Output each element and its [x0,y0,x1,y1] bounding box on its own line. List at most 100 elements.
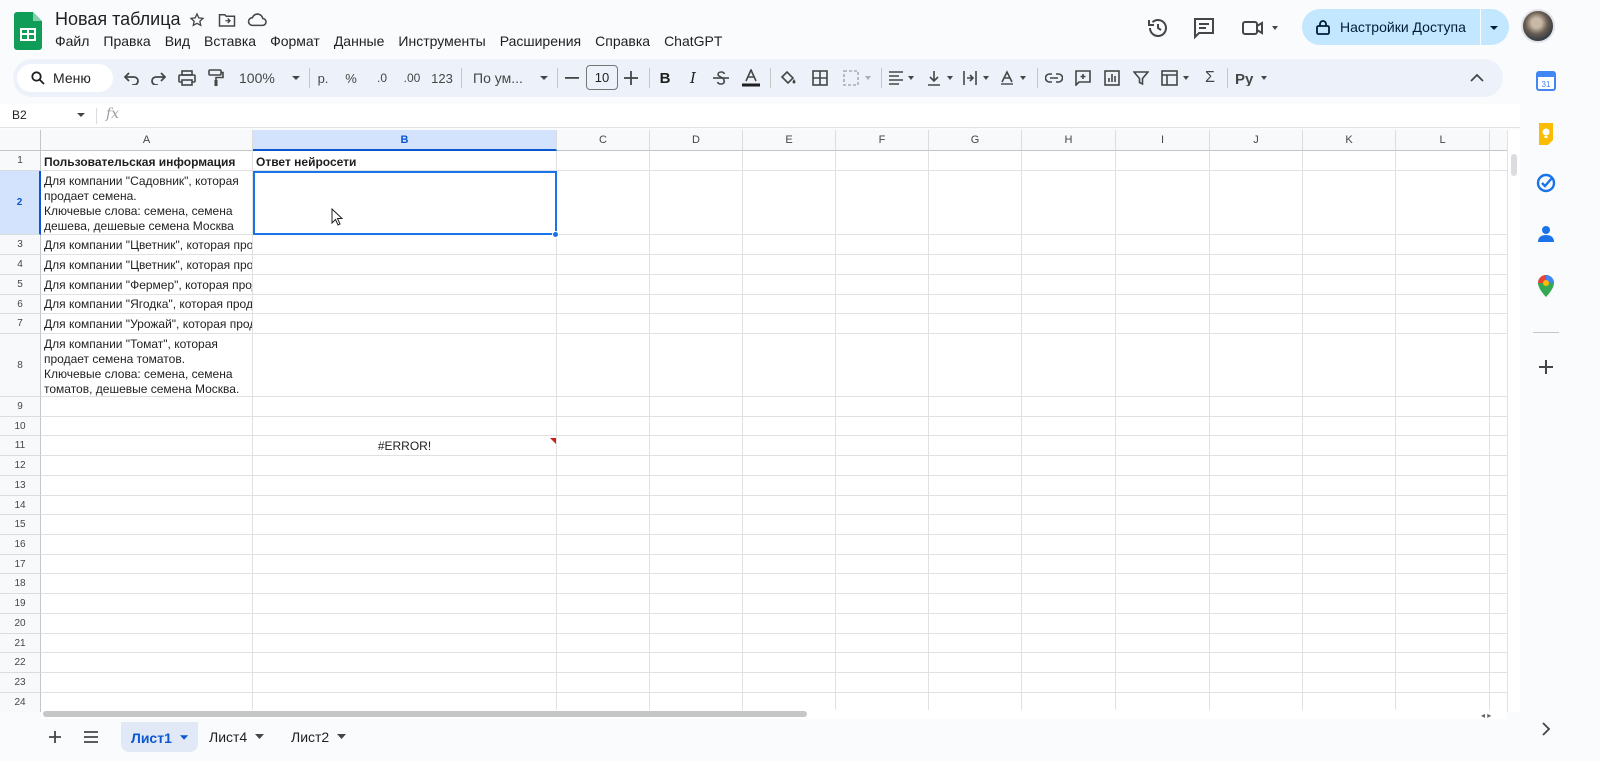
menu-data[interactable]: Данные [327,33,392,49]
row-header[interactable]: 21 [0,634,41,653]
share-button[interactable]: Настройки Доступа [1302,9,1509,45]
decrease-font-size-icon[interactable] [562,59,582,97]
sheet-tab-1[interactable]: Лист1 [121,722,198,752]
scroll-arrows[interactable]: ◂ ▸ [1481,711,1491,720]
zoom-select[interactable]: 100% [235,59,301,97]
increase-font-size-icon[interactable] [621,59,641,97]
horizontal-align-icon[interactable] [886,59,918,97]
add-addon-icon[interactable] [1535,356,1557,378]
more-formats-button[interactable]: 123 [429,59,455,97]
sheet-tab-dropdown-icon[interactable] [179,735,188,741]
cell-A4[interactable]: Для компании "Цветник", которая продает [41,256,252,274]
menu-format[interactable]: Формат [263,33,327,49]
vertical-align-icon[interactable] [925,59,957,97]
cell-B11-error[interactable]: #ERROR! [253,437,556,455]
text-rotation-icon[interactable] [998,59,1030,97]
row-header[interactable]: 4 [0,255,41,275]
column-header[interactable]: K [1303,130,1396,151]
font-size-input[interactable]: 10 [586,65,618,90]
all-sheets-icon[interactable] [82,729,100,745]
sheet-tab-dropdown-icon[interactable] [255,734,265,740]
row-header[interactable]: 14 [0,496,41,515]
vertical-scroll-thumb[interactable] [1511,154,1517,176]
cell-A2[interactable]: Для компании "Садовник", которая продает… [41,172,252,234]
menu-search-button[interactable]: Меню [17,64,113,92]
column-header[interactable]: H [1022,130,1116,151]
text-wrapping-icon[interactable] [961,59,993,97]
sheet-tab-2[interactable]: Лист2 [281,722,361,752]
font-family-select[interactable]: По ум... [469,59,549,97]
column-header[interactable]: D [650,130,743,151]
column-header[interactable]: E [743,130,836,151]
menu-help[interactable]: Справка [588,33,657,49]
cloud-saved-icon[interactable] [246,10,268,30]
fill-handle[interactable] [552,231,559,238]
sheet-tab-4[interactable]: Лист4 [199,722,279,752]
decrease-decimal-button[interactable]: .0 [370,59,394,97]
cell-A5[interactable]: Для компании "Фермер", которая продает [41,276,252,294]
filter-views-icon[interactable] [1158,59,1194,97]
insert-comment-icon[interactable] [1072,59,1094,97]
row-header[interactable]: 18 [0,574,41,594]
menu-edit[interactable]: Правка [96,33,157,49]
menu-view[interactable]: Вид [158,33,197,49]
row-header[interactable]: 17 [0,555,41,574]
row-header[interactable]: 7 [0,314,41,334]
borders-icon[interactable] [809,59,831,97]
move-folder-icon[interactable] [216,10,238,30]
error-indicator[interactable] [550,438,556,444]
text-color-icon[interactable] [740,59,762,97]
keep-notes-icon[interactable] [1535,123,1557,145]
cell-A3[interactable]: Для компании "Цветник", которая продает [41,236,252,254]
column-header[interactable]: C [557,130,650,151]
column-header[interactable]: A [41,130,253,151]
menu-chatgpt[interactable]: ChatGPT [657,33,729,49]
merge-cells-icon[interactable] [839,59,875,97]
filter-icon[interactable] [1130,59,1152,97]
row-header[interactable]: 23 [0,673,41,693]
horizontal-scroll-thumb[interactable] [43,711,807,717]
undo-icon[interactable] [121,59,143,97]
vertical-scrollbar[interactable] [1507,130,1520,712]
column-header[interactable]: J [1210,130,1303,151]
add-sheet-icon[interactable] [46,728,64,746]
avatar[interactable] [1521,9,1555,43]
bold-icon[interactable]: B [655,59,675,97]
row-header[interactable]: 10 [0,417,41,436]
row-header[interactable]: 19 [0,594,41,614]
name-box[interactable]: B2 [12,108,27,122]
input-tools-icon[interactable]: Рy [1233,59,1273,97]
insert-link-icon[interactable] [1043,59,1065,97]
sheets-logo-icon[interactable] [14,12,42,50]
sheet-tab-dropdown-icon[interactable] [337,734,347,740]
row-header[interactable]: 11 [0,436,41,456]
row-header[interactable]: 13 [0,476,41,496]
fill-color-icon[interactable] [777,59,799,97]
star-icon[interactable] [186,10,208,30]
cell-A1[interactable]: Пользовательская информация [41,153,252,170]
column-header[interactable]: B [253,130,557,151]
meet-call-icon[interactable] [1240,9,1280,47]
paint-format-icon[interactable] [205,59,227,97]
strikethrough-icon[interactable] [711,59,731,97]
cell-A6[interactable]: Для компании "Ягодка", которая продает [41,295,252,313]
row-header[interactable]: 24 [0,693,41,712]
cell-B1[interactable]: Ответ нейросети [253,153,556,170]
select-all-corner[interactable] [0,130,41,151]
comments-icon[interactable] [1192,9,1216,47]
version-history-icon[interactable] [1146,9,1170,47]
horizontal-scrollbar[interactable] [41,710,1507,719]
column-header[interactable]: G [929,130,1022,151]
cell-A7[interactable]: Для компании "Урожай", которая продает [41,315,252,333]
row-header[interactable]: 20 [0,614,41,634]
menu-tools[interactable]: Инструменты [391,33,492,49]
row-header[interactable]: 15 [0,515,41,535]
print-icon[interactable] [176,59,198,97]
menu-extensions[interactable]: Расширения [493,33,588,49]
row-header[interactable]: 12 [0,456,41,476]
increase-decimal-button[interactable]: .00 [398,59,426,97]
calendar-icon[interactable]: 31 [1535,70,1557,92]
row-header[interactable]: 8 [0,334,41,397]
document-title[interactable]: Новая таблица [55,9,181,30]
row-header[interactable]: 6 [0,295,41,314]
